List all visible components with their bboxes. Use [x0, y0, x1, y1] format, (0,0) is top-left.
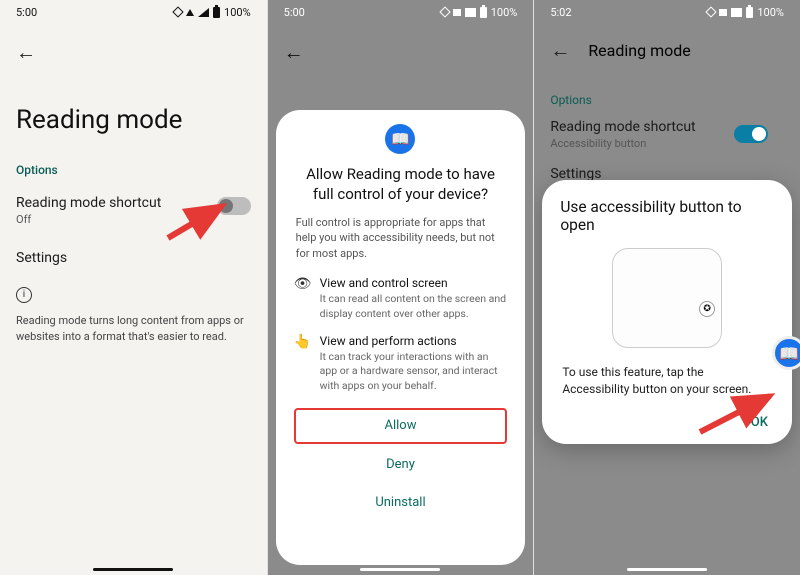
- battery-percent: 100%: [224, 6, 251, 19]
- permission-desc: It can track your interactions with an a…: [320, 350, 508, 394]
- deny-button[interactable]: Deny: [294, 448, 508, 482]
- permission-item-view-screen: 👁 View and control screen It can read al…: [294, 276, 508, 333]
- back-button[interactable]: ←: [550, 38, 570, 63]
- nav-handle: [360, 568, 440, 571]
- row-sublabel: Off: [16, 213, 251, 226]
- back-button[interactable]: ←: [268, 24, 320, 81]
- dialog-title: Allow Reading mode to have full control …: [294, 164, 508, 215]
- battery-icon: [213, 7, 220, 18]
- reading-mode-app-icon: 📖: [385, 124, 415, 154]
- ok-button[interactable]: OK: [560, 409, 774, 434]
- screen-settings-reading-mode: 5:00 100% ← Reading mode Options Reading…: [0, 0, 267, 575]
- accessibility-tip-dialog: Use accessibility button to open ✪ To us…: [542, 180, 792, 444]
- info-icon: i: [16, 287, 32, 303]
- permission-item-perform-actions: 👆 View and perform actions It can track …: [294, 334, 508, 406]
- hand-icon: 👆: [294, 334, 310, 394]
- section-label-options: Options: [550, 83, 784, 115]
- signal-icon: [198, 8, 209, 17]
- nfc-icon: [172, 6, 183, 17]
- clock: 5:00: [284, 6, 305, 19]
- clock: 5:02: [550, 6, 571, 19]
- nfc-icon: [439, 6, 450, 17]
- battery-icon: [746, 7, 753, 18]
- row-reading-mode-shortcut[interactable]: Reading mode shortcut Off: [0, 187, 267, 242]
- accessibility-button-icon: ✪: [699, 301, 715, 317]
- row-reading-mode-shortcut[interactable]: Reading mode shortcut Accessibility butt…: [550, 115, 784, 162]
- wifi-icon: [453, 9, 461, 16]
- nav-handle: [93, 568, 173, 571]
- row-settings[interactable]: Settings: [0, 242, 267, 282]
- uninstall-button[interactable]: Uninstall: [294, 486, 508, 520]
- clock: 5:00: [16, 6, 37, 19]
- screen-permission-dialog: 5:00 100% ← 📖 Allow Reading mode to have…: [267, 0, 534, 575]
- section-label-options: Options: [0, 159, 267, 187]
- nfc-icon: [706, 6, 717, 17]
- accessibility-floating-button[interactable]: 📖: [772, 336, 800, 370]
- signal-icon: [465, 8, 476, 17]
- status-bar: 5:02 100%: [534, 0, 800, 24]
- dialog-subtitle: Full control is appropriate for apps tha…: [294, 215, 508, 277]
- shortcut-toggle[interactable]: [217, 197, 251, 215]
- background-settings-panel: Options Reading mode shortcut Accessibil…: [534, 63, 800, 194]
- screen-accessibility-button-tip: 5:02 100% ← Reading mode Options Reading…: [533, 0, 800, 575]
- page-title: Reading mode: [588, 41, 690, 60]
- eye-icon: 👁: [294, 276, 310, 321]
- status-bar: 5:00 100%: [268, 0, 534, 24]
- row-label: Reading mode shortcut: [16, 195, 251, 211]
- accessibility-permission-dialog: 📖 Allow Reading mode to have full contro…: [276, 110, 526, 565]
- shortcut-toggle[interactable]: [734, 125, 768, 143]
- wifi-icon: [719, 9, 727, 16]
- illustration-phone: ✪: [612, 248, 722, 348]
- permission-title: View and control screen: [320, 276, 508, 290]
- permission-title: View and perform actions: [320, 334, 508, 348]
- status-bar: 5:00 100%: [0, 0, 267, 24]
- battery-percent: 100%: [757, 6, 784, 19]
- permission-desc: It can read all content on the screen an…: [320, 292, 508, 321]
- nav-handle: [627, 568, 707, 571]
- battery-icon: [480, 7, 487, 18]
- wifi-icon: [186, 9, 194, 16]
- signal-icon: [731, 8, 742, 17]
- page-footer-description: Reading mode turns long content from app…: [0, 313, 267, 346]
- battery-percent: 100%: [491, 6, 518, 19]
- page-title: Reading mode: [0, 65, 267, 159]
- back-button[interactable]: ←: [16, 40, 36, 64]
- allow-button[interactable]: Allow: [294, 408, 508, 444]
- row-label: Settings: [16, 250, 251, 266]
- dialog-title: Use accessibility button to open: [560, 198, 774, 242]
- dialog-description: To use this feature, tap the Accessibili…: [560, 358, 774, 409]
